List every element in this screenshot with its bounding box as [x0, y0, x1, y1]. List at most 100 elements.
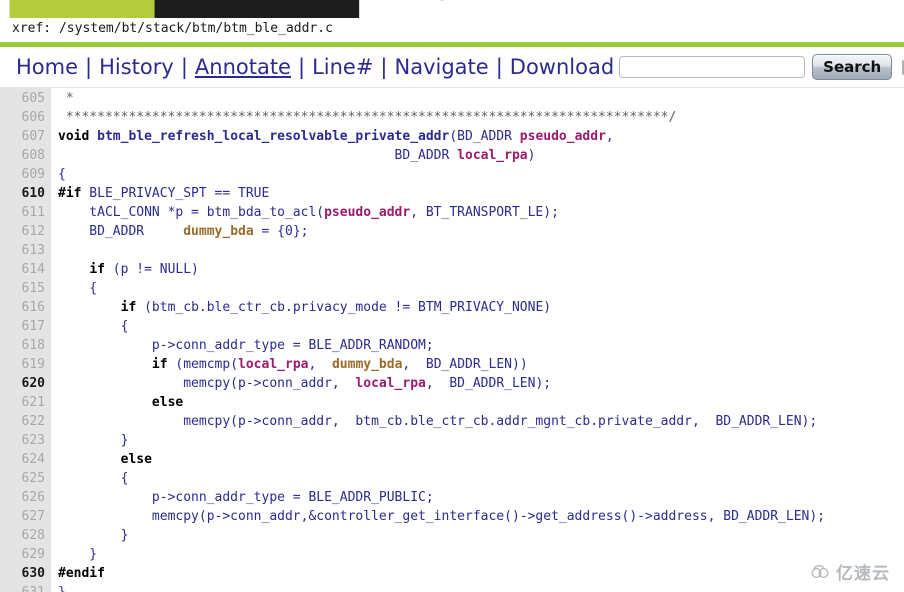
code-token-kw: if: [151, 357, 168, 372]
line-number[interactable]: 613: [0, 241, 51, 260]
line-number[interactable]: 616: [0, 298, 51, 317]
line-number[interactable]: 623: [0, 431, 51, 450]
xref-file-path[interactable]: /system/bt/stack/btm/btm_ble_addr.c: [59, 21, 333, 36]
xref-label: xref:: [12, 21, 52, 36]
code-line: 610 #if BLE_PRIVACY_SPT == TRUE: [0, 184, 904, 203]
line-number[interactable]: 607: [0, 127, 51, 146]
line-number[interactable]: 631: [0, 583, 51, 592]
code-token-kw: if: [89, 262, 105, 277]
code-token-plain: {: [58, 281, 98, 296]
line-number[interactable]: 628: [0, 526, 51, 545]
line-number[interactable]: 611: [0, 203, 51, 222]
code-line-text: if (memcmp(local_rpa, dummy_bda, BD_ADDR…: [51, 355, 528, 374]
code-line: 615 {: [0, 279, 904, 298]
code-line-text: memcpy(p->conn_addr, local_rpa, BD_ADDR_…: [51, 374, 551, 393]
nav-link-download[interactable]: Download: [510, 55, 614, 79]
code-token-plain: (p != NULL): [104, 262, 199, 277]
code-line: 605 *: [0, 89, 904, 108]
code-token-punct: ): [527, 148, 536, 163]
code-line: 611 tACL_CONN *p = btm_bda_to_acl(pseudo…: [0, 203, 904, 222]
line-number[interactable]: 627: [0, 507, 51, 526]
code-line-text: p->conn_addr_type = BLE_ADDR_RANDOM;: [51, 336, 434, 355]
nav-separator: |: [380, 55, 388, 79]
nav-separator: |: [85, 55, 93, 79]
code-line: 631}: [0, 583, 904, 592]
nav-link-history[interactable]: History: [99, 55, 174, 79]
line-number[interactable]: 620: [0, 374, 51, 393]
line-number[interactable]: 621: [0, 393, 51, 412]
line-number[interactable]: 610: [0, 184, 51, 203]
code-line-text: BD_ADDR dummy_bda = {0};: [51, 222, 308, 241]
code-line-text: else: [51, 393, 183, 412]
code-line: 619 if (memcmp(local_rpa, dummy_bda, BD_…: [0, 355, 904, 374]
line-number[interactable]: 629: [0, 545, 51, 564]
code-line: 608 BD_ADDR local_rpa): [0, 146, 904, 165]
line-number[interactable]: 615: [0, 279, 51, 298]
code-token-fn[interactable]: btm_ble_refresh_local_resolvable_private…: [97, 129, 449, 144]
line-number[interactable]: 614: [0, 260, 51, 279]
line-number[interactable]: 624: [0, 450, 51, 469]
source-code-viewer[interactable]: 605 * 606 *******************************…: [0, 87, 904, 592]
nav-link-line[interactable]: Line#: [312, 55, 373, 79]
line-number[interactable]: 630: [0, 564, 51, 583]
line-number[interactable]: 622: [0, 412, 51, 431]
code-token-plain: (btm_cb.ble_ctr_cb.privacy_mode != BTM_P…: [136, 300, 552, 315]
code-token-param: local_rpa: [457, 148, 528, 163]
nav-link-navigate[interactable]: Navigate: [395, 55, 489, 79]
code-token-comment: *: [58, 91, 74, 106]
code-token-plain: }: [58, 433, 129, 448]
code-line: 618 p->conn_addr_type = BLE_ADDR_RANDOM;: [0, 336, 904, 355]
line-number[interactable]: 619: [0, 355, 51, 374]
search-button[interactable]: Search: [812, 54, 893, 80]
line-number[interactable]: 606: [0, 108, 51, 127]
code-line-text: {: [51, 279, 97, 298]
code-token-plain: memcpy(p->conn_addr, btm_cb.ble_ctr_cb.a…: [58, 414, 818, 429]
site-logo-mark: █████: [10, 0, 156, 18]
code-token-plain: }: [58, 547, 98, 562]
code-line-text: memcpy(p->conn_addr, btm_cb.ble_ctr_cb.a…: [51, 412, 817, 431]
line-number[interactable]: 605: [0, 89, 51, 108]
site-masthead: ████████████ Hardware Storage: [0, 0, 904, 18]
code-token-punct: }: [58, 585, 66, 592]
line-number[interactable]: 608: [0, 146, 51, 165]
code-token-plain: memcpy(p->conn_addr,: [58, 376, 356, 391]
line-number[interactable]: 618: [0, 336, 51, 355]
toolbar: Home | History | Annotate | Line# | Navigate | Dow…: [0, 47, 904, 87]
code-line: 629 }: [0, 545, 904, 564]
code-token-plain: , BT_TRANSPORT_LE);: [410, 205, 559, 220]
code-line-text: memcpy(p->conn_addr,&controller_get_inte…: [51, 507, 825, 526]
line-number[interactable]: 625: [0, 469, 51, 488]
code-line: 606 ************************************…: [0, 108, 904, 127]
site-logo[interactable]: ████████████: [10, 0, 359, 18]
code-line-text: }: [51, 545, 97, 564]
code-token-plain: BLE_PRIVACY_SPT == TRUE: [81, 186, 270, 201]
code-line-text: else: [51, 450, 152, 469]
code-line: 609 {: [0, 165, 904, 184]
code-token-param: local_rpa: [238, 357, 309, 372]
code-token-plain: BD_ADDR: [457, 129, 520, 144]
nav-link-annotate[interactable]: Annotate: [195, 55, 291, 79]
line-number[interactable]: 626: [0, 488, 51, 507]
code-token-plain: {: [58, 319, 129, 334]
code-token-kw: else: [151, 395, 184, 410]
nav-separator: |: [495, 55, 503, 79]
line-number[interactable]: 612: [0, 222, 51, 241]
code-line: 621 else: [0, 393, 904, 412]
code-line-text: {: [51, 165, 66, 184]
code-token-plain: ,: [308, 357, 332, 372]
search-input[interactable]: [619, 56, 806, 78]
code-line-text: {: [51, 469, 129, 488]
code-line-text: if (p != NULL): [51, 260, 199, 279]
code-token-punct: {: [58, 167, 66, 182]
line-number[interactable]: 609: [0, 165, 51, 184]
code-token-punct: ,: [605, 129, 614, 144]
line-number[interactable]: 617: [0, 317, 51, 336]
nav-link-home[interactable]: Home: [16, 55, 78, 79]
code-token-plain: = {0};: [253, 224, 309, 239]
code-token-local: dummy_bda: [183, 224, 254, 239]
code-lines-container: 605 * 606 *******************************…: [0, 88, 904, 592]
